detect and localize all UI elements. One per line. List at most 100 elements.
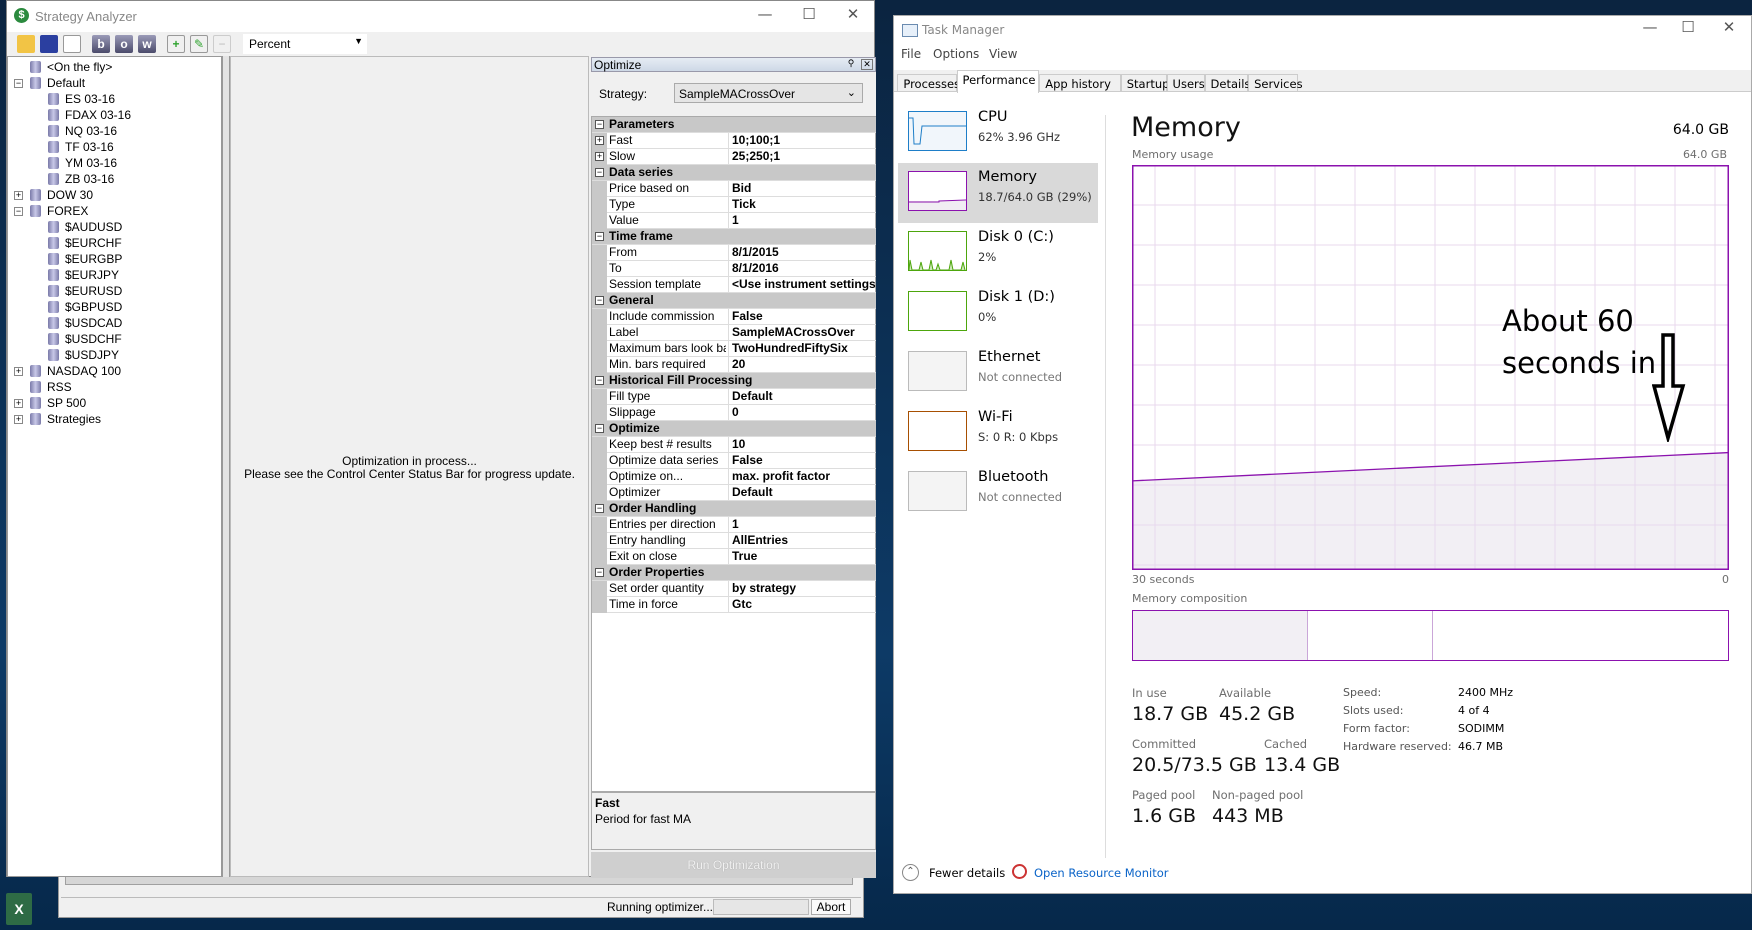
- property-row[interactable]: Label SampleMACrossOver: [592, 325, 876, 341]
- chevron-up-icon[interactable]: ⌃: [902, 864, 919, 881]
- tree-item[interactable]: $EURCHF: [8, 235, 218, 251]
- property-row[interactable]: Optimize on... max. profit factor: [592, 469, 876, 485]
- property-row[interactable]: Maximum bars look backTwoHundredFiftySix: [592, 341, 876, 357]
- splitter[interactable]: [222, 56, 230, 877]
- property-category[interactable]: − Historical Fill Processing: [592, 373, 876, 389]
- property-row[interactable]: Slippage 0: [592, 405, 876, 421]
- edit-icon[interactable]: ✎: [190, 35, 208, 53]
- tree-item[interactable]: ZB 03-16: [8, 171, 218, 187]
- tab-app-history[interactable]: App history: [1039, 74, 1121, 92]
- tree-item[interactable]: $USDJPY: [8, 347, 218, 363]
- collapse-icon[interactable]: −: [14, 207, 23, 216]
- open-resource-monitor-link[interactable]: Open Resource Monitor: [1034, 866, 1168, 880]
- property-row[interactable]: Optimize data series False: [592, 453, 876, 469]
- property-row[interactable]: Include commission False: [592, 309, 876, 325]
- property-row[interactable]: Exit on close True: [592, 549, 876, 565]
- property-row[interactable]: Entry handling AllEntries: [592, 533, 876, 549]
- property-value[interactable]: 8/1/2016: [728, 261, 876, 276]
- tree-item[interactable]: $EURJPY: [8, 267, 218, 283]
- property-row[interactable]: Optimizer Default: [592, 485, 876, 501]
- resource-cpu[interactable]: CPU 62% 3.96 GHz: [898, 103, 1098, 163]
- property-value[interactable]: True: [728, 549, 876, 564]
- resource-wi-fi[interactable]: Wi-Fi S: 0 R: 0 Kbps: [898, 403, 1098, 463]
- b-button[interactable]: b: [92, 35, 110, 53]
- tree-item[interactable]: $EURUSD: [8, 283, 218, 299]
- tree-item[interactable]: + NASDAQ 100: [8, 363, 218, 379]
- tree-item[interactable]: $AUDUSD: [8, 219, 218, 235]
- tree-item[interactable]: ES 03-16: [8, 91, 218, 107]
- collapse-icon[interactable]: −: [595, 504, 604, 513]
- property-value[interactable]: 1: [728, 517, 876, 532]
- menu-file[interactable]: File: [901, 47, 921, 61]
- property-row[interactable]: + Slow 25;250;1: [592, 149, 876, 165]
- tab-performance[interactable]: Performance: [956, 70, 1040, 93]
- tree-item[interactable]: + SP 500: [8, 395, 218, 411]
- remove-icon[interactable]: −: [213, 35, 231, 53]
- expand-icon[interactable]: +: [595, 136, 604, 145]
- close-button[interactable]: ✕: [833, 5, 873, 27]
- property-row[interactable]: Fill type Default: [592, 389, 876, 405]
- property-value[interactable]: by strategy: [728, 581, 876, 596]
- property-category[interactable]: − Order Handling: [592, 501, 876, 517]
- tab-users[interactable]: Users: [1166, 74, 1205, 92]
- property-value[interactable]: False: [728, 309, 876, 324]
- property-row[interactable]: Time in force Gtc: [592, 597, 876, 613]
- tree-item[interactable]: YM 03-16: [8, 155, 218, 171]
- presentation-icon[interactable]: [63, 35, 81, 53]
- collapse-icon[interactable]: −: [14, 79, 23, 88]
- menu-options[interactable]: Options: [933, 47, 979, 61]
- property-row[interactable]: Price based on Bid: [592, 181, 876, 197]
- tree-item[interactable]: <On the fly>: [8, 59, 218, 75]
- property-value[interactable]: Default: [728, 485, 876, 500]
- property-row[interactable]: Min. bars required 20: [592, 357, 876, 373]
- excel-desktop-icon[interactable]: X: [6, 893, 32, 925]
- w-button[interactable]: w: [138, 35, 156, 53]
- collapse-icon[interactable]: −: [595, 376, 604, 385]
- property-value[interactable]: 8/1/2015: [728, 245, 876, 260]
- property-category[interactable]: − Data series: [592, 165, 876, 181]
- property-value[interactable]: 20: [728, 357, 876, 372]
- tree-item[interactable]: − FOREX: [8, 203, 218, 219]
- close-icon[interactable]: ✕: [861, 59, 873, 70]
- resource-bluetooth[interactable]: Bluetooth Not connected: [898, 463, 1098, 523]
- maximize-button[interactable]: ☐: [789, 5, 829, 27]
- add-icon[interactable]: +: [167, 35, 185, 53]
- open-icon[interactable]: [17, 35, 35, 53]
- tab-details[interactable]: Details: [1204, 74, 1250, 92]
- property-row[interactable]: Session template <Use instrument settings…: [592, 277, 876, 293]
- property-category[interactable]: − General: [592, 293, 876, 309]
- property-row[interactable]: From 8/1/2015: [592, 245, 876, 261]
- strategy-dropdown[interactable]: SampleMACrossOver ⌄: [674, 83, 863, 103]
- property-value[interactable]: Tick: [728, 197, 876, 212]
- collapse-icon[interactable]: −: [595, 232, 604, 241]
- resource-ethernet[interactable]: Ethernet Not connected: [898, 343, 1098, 403]
- resource-disk-0-c-[interactable]: Disk 0 (C:) 2%: [898, 223, 1098, 283]
- expand-icon[interactable]: +: [14, 399, 23, 408]
- property-category[interactable]: − Time frame: [592, 229, 876, 245]
- fewer-details-button[interactable]: Fewer details: [929, 866, 1005, 880]
- tab-services[interactable]: Services: [1248, 74, 1303, 92]
- tree-item[interactable]: $GBPUSD: [8, 299, 218, 315]
- property-value[interactable]: 0: [728, 405, 876, 420]
- abort-button[interactable]: Abort: [811, 899, 851, 915]
- property-grid[interactable]: − Parameters + Fast 10;100;1 + Slow 25;250;1− Da…: [591, 116, 876, 792]
- pin-icon[interactable]: ⚲: [845, 59, 857, 70]
- tree-item[interactable]: + Strategies: [8, 411, 218, 427]
- property-row[interactable]: Set order quantity by strategy: [592, 581, 876, 597]
- property-row[interactable]: To 8/1/2016: [592, 261, 876, 277]
- tree-item[interactable]: RSS: [8, 379, 218, 395]
- menu-view[interactable]: View: [989, 47, 1017, 61]
- tree-item[interactable]: FDAX 03-16: [8, 107, 218, 123]
- tree-item[interactable]: − Default: [8, 75, 218, 91]
- property-row[interactable]: Entries per direction 1: [592, 517, 876, 533]
- display-unit-dropdown[interactable]: Percent ▼: [243, 34, 367, 54]
- expand-icon[interactable]: +: [14, 191, 23, 200]
- property-value[interactable]: <Use instrument settings>: [728, 277, 876, 292]
- expand-icon[interactable]: +: [14, 415, 23, 424]
- expand-icon[interactable]: +: [14, 367, 23, 376]
- resource-memory[interactable]: Memory 18.7/64.0 GB (29%): [898, 163, 1098, 223]
- property-category[interactable]: − Optimize: [592, 421, 876, 437]
- property-value[interactable]: AllEntries: [728, 533, 876, 548]
- property-row[interactable]: Type Tick: [592, 197, 876, 213]
- instrument-tree[interactable]: <On the fly> − Default ES 03-16 FDAX 03-16 NQ…: [7, 56, 222, 877]
